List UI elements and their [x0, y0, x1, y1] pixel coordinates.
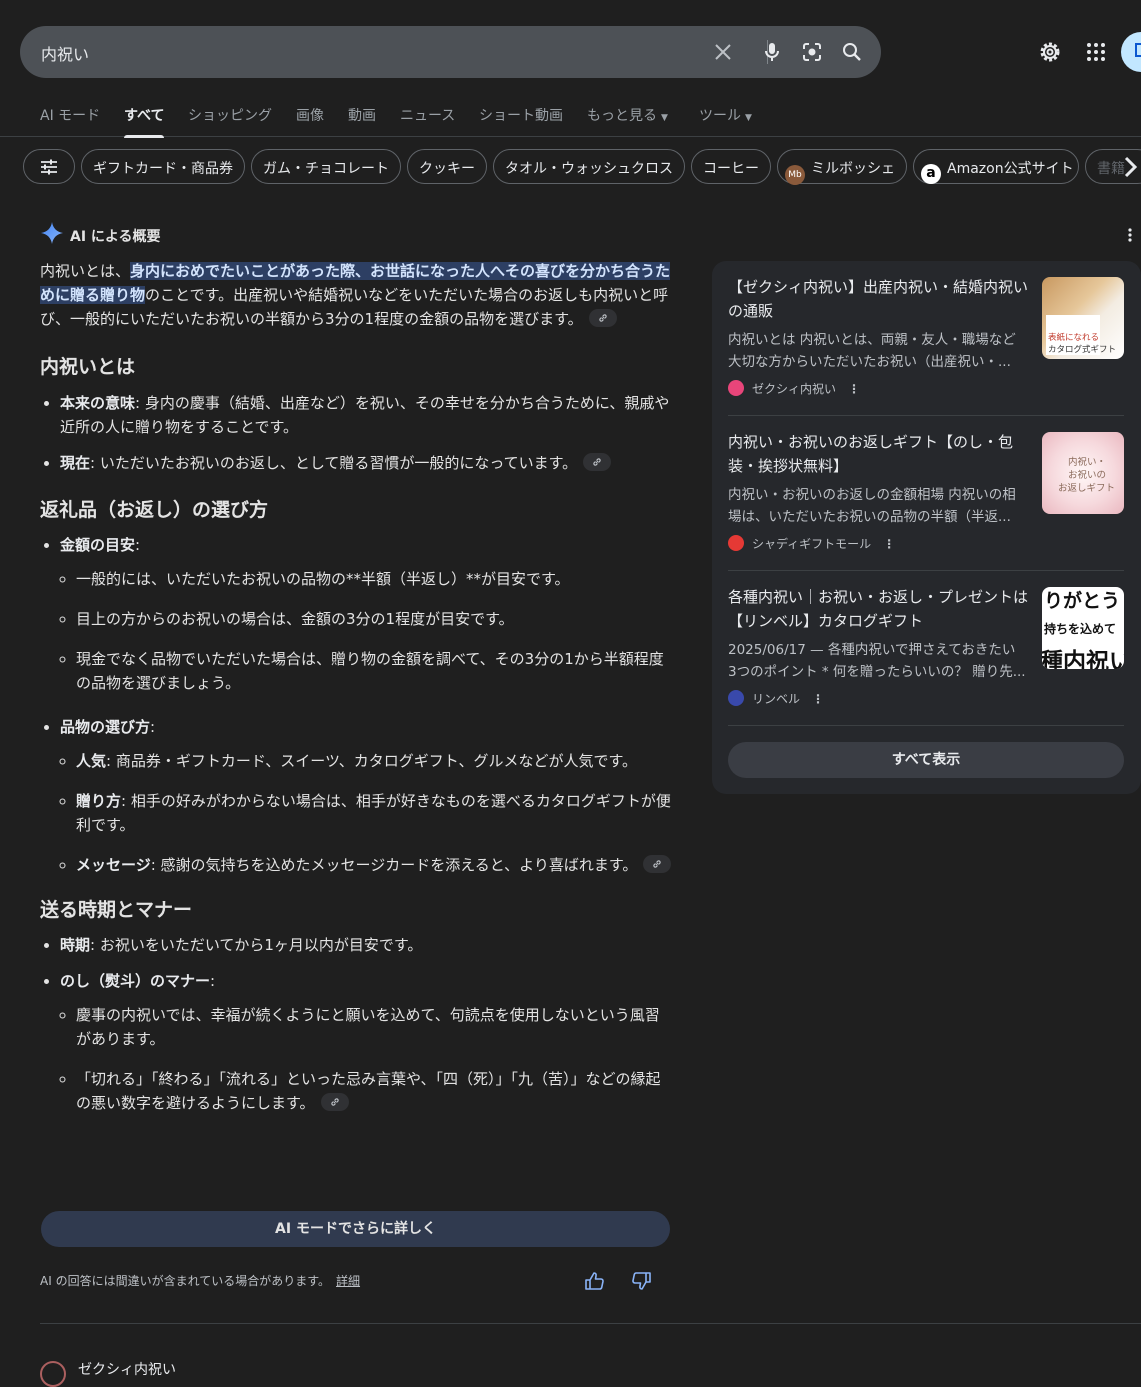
chip-amazon[interactable]: a Amazon公式サイト — [913, 149, 1079, 184]
list-item: のし（熨斗）のマナー: 慶事の内祝いでは、幸福が続くようにと願いを込めて、句読点… — [60, 969, 672, 1115]
more-options-icon[interactable] — [1122, 226, 1138, 244]
source-site: シャディギフトモール ⋮ — [728, 535, 895, 553]
source-link-button[interactable] — [588, 309, 617, 327]
source-title[interactable]: 各種内祝い｜お祝い・お返し・プレゼントは【リンベル】カタログギフト — [728, 585, 1034, 633]
tab-shopping[interactable]: ショッピング — [188, 105, 272, 125]
source-card[interactable]: 内祝い・お祝いのお返しギフト【のし・包装・挨拶状無料】 内祝い・お祝いのお返しの… — [728, 416, 1124, 558]
shaddy-favicon-icon — [728, 535, 744, 551]
source-thumbnail[interactable]: 内祝い・ お祝いの お返しギフト — [1042, 432, 1124, 514]
chip-gift-card[interactable]: ギフトカード・商品券 — [81, 149, 245, 184]
link-icon — [653, 860, 662, 868]
chip-towel[interactable]: タオル・ウォッシュクロス — [493, 149, 685, 184]
chip-gum-chocolate[interactable]: ガム・チョコレート — [251, 149, 401, 184]
tab-more[interactable]: もっと見る ▼ — [587, 105, 668, 125]
search-input[interactable]: 内祝い — [41, 41, 89, 65]
list-item: 時期: お祝いをいただいてから1ヶ月以内が目安です。 — [60, 933, 672, 957]
next-result-site[interactable]: ゼクシィ内祝い — [78, 1359, 176, 1379]
source-thumbnail[interactable]: 表紙になれる カタログ式ギフト — [1042, 277, 1124, 359]
tune-sliders-icon — [41, 159, 57, 175]
source-snippet: 2025/06/17 — 各種内祝いで押さえておきたい 3つのポイント * 何を… — [728, 642, 1026, 680]
thumbs-down-icon[interactable] — [631, 1270, 653, 1292]
list-item: 現金でなく品物でいただいた場合は、贈り物の金額を調べて、その3分の1から半額程度… — [76, 647, 672, 695]
link-icon — [593, 458, 601, 466]
link-icon — [598, 314, 607, 322]
source-snippet: 内祝いとは 内祝いとは、両親・友人・職場など大切な方からいただいたお祝い（出産祝… — [728, 332, 1016, 370]
gemini-sparkle-icon — [41, 222, 63, 244]
tab-short-videos[interactable]: ショート動画 — [479, 105, 563, 125]
more-options-icon[interactable]: ⋮ — [848, 382, 860, 396]
tab-videos[interactable]: 動画 — [348, 105, 376, 125]
account-avatar[interactable] — [1121, 32, 1141, 72]
source-site: リンベル ⋮ — [728, 690, 824, 708]
source-link-button[interactable] — [583, 453, 612, 471]
card-divider — [728, 725, 1124, 726]
section-heading-choosing: 返礼品（お返し）の選び方 — [40, 499, 269, 521]
filter-chip-settings[interactable] — [23, 149, 75, 184]
list-item: 本来の意味: 身内の慶事（結婚、出産など）を祝い、その幸せを分かち合うために、親… — [60, 391, 672, 439]
list-item: 現在: いただいたお祝いのお返し、として贈る習慣が一般的になっています。 — [60, 451, 672, 475]
ai-intro: 内祝いとは、身内におめでたいことがあった際、お世話になった人へその喜びを分かち合… — [40, 262, 671, 328]
tab-ai-mode[interactable]: AI モード — [40, 105, 100, 125]
chevron-down-icon: ▼ — [745, 113, 752, 123]
millbosche-logo-icon: Mb — [785, 165, 805, 185]
ai-sources-panel: 【ゼクシィ内祝い】出産内祝い・結婚内祝いの通販 内祝いとは 内祝いとは、両親・友… — [712, 261, 1141, 794]
chip-coffee[interactable]: コーヒー — [691, 149, 771, 184]
source-site: ゼクシィ内祝い ⋮ — [728, 380, 860, 398]
tab-tools[interactable]: ツール ▼ — [699, 105, 752, 125]
ai-mode-more-button[interactable]: AI モードでさらに詳しく — [41, 1211, 670, 1247]
section-heading-meaning: 内祝いとは — [40, 356, 136, 378]
microphone-icon[interactable] — [760, 40, 784, 64]
source-card[interactable]: 各種内祝い｜お祝い・お返し・プレゼントは【リンベル】カタログギフト 2025/0… — [728, 571, 1124, 713]
tab-images[interactable]: 画像 — [296, 105, 324, 125]
more-options-icon[interactable]: ⋮ — [883, 537, 895, 551]
source-link-button[interactable] — [643, 855, 672, 873]
chevron-right-icon[interactable] — [1120, 154, 1140, 180]
search-icon[interactable] — [840, 40, 864, 64]
ringbell-favicon-icon — [728, 690, 744, 706]
lens-icon[interactable] — [800, 40, 824, 64]
section-divider — [40, 1323, 1141, 1324]
list-item: 金額の目安: 一般的には、いただいたお祝いの品物の**半額（半返し）**が目安で… — [60, 533, 672, 695]
list-item: 品物の選び方: 人気: 商品券・ギフトカード、スイーツ、カタログギフト、グルメな… — [60, 715, 672, 877]
next-result-favicon — [40, 1361, 66, 1387]
source-thumbnail[interactable]: りがとう 持ちを込めて 種内祝い — [1042, 587, 1124, 669]
search-box[interactable]: 内祝い — [20, 26, 881, 78]
source-title[interactable]: 内祝い・お祝いのお返しギフト【のし・包装・挨拶状無料】 — [728, 430, 1034, 478]
source-snippet: 内祝い・お祝いのお返しの金額相場 内祝いの相場は、いただいたお祝いの品物の半額（… — [728, 487, 1016, 525]
settings-gear-icon[interactable] — [1038, 40, 1062, 64]
more-options-icon[interactable]: ⋮ — [812, 692, 824, 706]
list-item: 一般的には、いただいたお祝いの品物の**半額（半返し）**が目安です。 — [76, 567, 672, 591]
tab-news[interactable]: ニュース — [400, 105, 455, 125]
source-title[interactable]: 【ゼクシィ内祝い】出産内祝い・結婚内祝いの通販 — [728, 275, 1034, 323]
clear-icon[interactable] — [711, 40, 735, 64]
list-item: メッセージ: 感謝の気持ちを込めたメッセージカードを添えると、より喜ばれます。 — [76, 853, 672, 877]
chip-cookie[interactable]: クッキー — [407, 149, 487, 184]
list-item: 慶事の内祝いでは、幸福が続くようにと願いを込めて、句読点を使用しないという風習が… — [76, 1003, 672, 1051]
source-card[interactable]: 【ゼクシィ内祝い】出産内祝い・結婚内祝いの通販 内祝いとは 内祝いとは、両親・友… — [728, 261, 1124, 403]
ai-disclaimer: AI の回答には間違いが含まれている場合があります。 詳細 — [40, 1274, 361, 1288]
chevron-down-icon: ▼ — [661, 113, 668, 123]
apps-grid-icon[interactable] — [1084, 40, 1108, 64]
list-item: 人気: 商品券・ギフトカード、スイーツ、カタログギフト、グルメなどが人気です。 — [76, 749, 672, 773]
amazon-logo-icon: a — [921, 164, 941, 184]
link-icon — [330, 1098, 339, 1106]
list-item: 贈り方: 相手の好みがわからない場合は、相手が好きなものを選べるカタログギフトが… — [76, 789, 672, 837]
ai-overview-body: 内祝いとは、身内におめでたいことがあった際、お世話になった人へその喜びを分かち合… — [40, 259, 672, 1115]
zexy-favicon-icon — [728, 380, 744, 396]
ai-overview-title: AI による概要 — [70, 229, 161, 245]
search-tabs: AI モード すべて ショッピング 画像 動画 ニュース ショート動画 もっと見… — [0, 96, 1141, 138]
list-item: 目上の方からのお祝いの場合は、金額の3分の1程度が目安です。 — [76, 607, 672, 631]
thumbs-up-icon[interactable] — [583, 1270, 605, 1292]
details-link[interactable]: 詳細 — [336, 1274, 360, 1288]
show-all-button[interactable]: すべて表示 — [728, 742, 1124, 778]
section-heading-timing: 送る時期とマナー — [40, 899, 193, 921]
list-item: 「切れる」「終わる」「流れる」といった忌み言葉や、「四（死）」「九（苦）」などの… — [76, 1067, 672, 1115]
tab-all[interactable]: すべて — [124, 105, 165, 138]
chip-millbosche[interactable]: Mb ミルボッシェ — [777, 149, 907, 185]
source-link-button[interactable] — [320, 1093, 349, 1111]
